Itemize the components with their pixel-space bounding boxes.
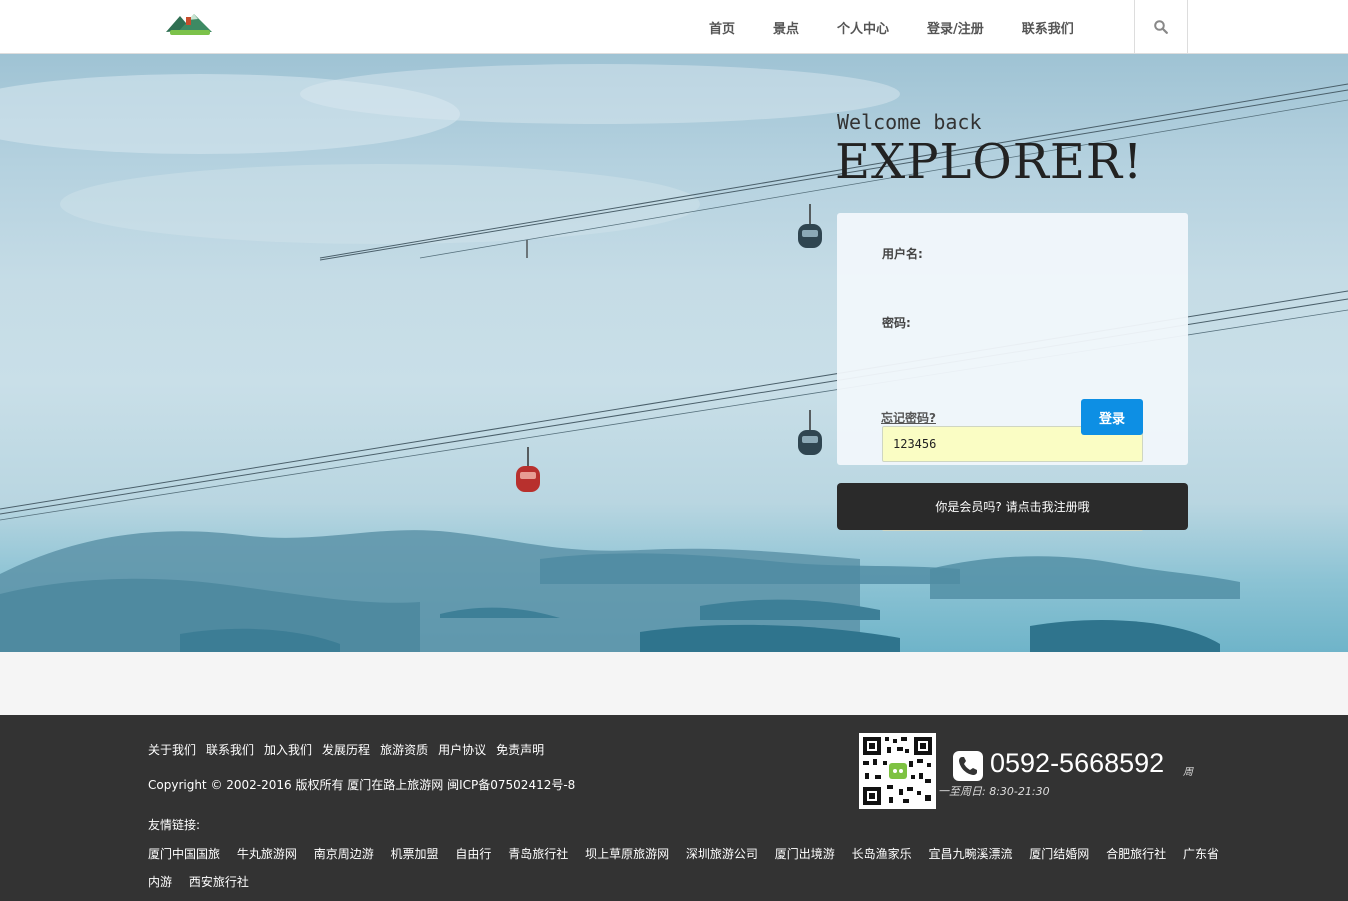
footer-link-contact[interactable]: 联系我们 — [206, 741, 254, 758]
hero-banner: Welcome back EXPLORER! 用户名: 密码: 忘记密码? 登录… — [0, 54, 1348, 652]
friend-link[interactable]: 宜昌九畹溪漂流 — [928, 847, 1012, 861]
username-label: 用户名: — [882, 247, 923, 261]
friend-link[interactable]: 西安旅行社 — [189, 875, 249, 889]
top-header: 首页 景点 个人中心 登录/注册 联系我们 — [0, 0, 1348, 54]
nav-user-center[interactable]: 个人中心 — [818, 18, 908, 37]
password-label: 密码: — [882, 316, 911, 330]
friend-link[interactable]: 牛丸旅游网 — [237, 847, 297, 861]
footer-link-about[interactable]: 关于我们 — [148, 741, 196, 758]
site-footer: 关于我们 联系我们 加入我们 发展历程 旅游资质 用户协议 免责声明 Copyr… — [0, 715, 1348, 901]
forgot-password-link[interactable]: 忘记密码? — [881, 409, 936, 426]
phone-icon — [953, 751, 983, 781]
friend-link[interactable]: 南京周边游 — [314, 847, 374, 861]
nav-home[interactable]: 首页 — [690, 18, 754, 37]
login-form: 用户名: 密码: 忘记密码? 登录 — [837, 213, 1188, 531]
login-button[interactable]: 登录 — [1081, 399, 1143, 435]
cable-car — [798, 410, 822, 455]
register-button[interactable]: 你是会员吗? 请点击我注册哦 — [837, 483, 1188, 530]
phone-number: 0592-5668592 — [990, 748, 1165, 778]
cable-car — [798, 204, 822, 248]
footer-link-disclaimer[interactable]: 免责声明 — [496, 741, 544, 758]
friend-link[interactable]: 自由行 — [455, 847, 491, 861]
service-hours: 一至周日: 8:30-21:30 — [938, 785, 1050, 798]
friend-link[interactable]: 坝上草原旅游网 — [585, 847, 669, 861]
main-nav: 首页 景点 个人中心 登录/注册 联系我们 — [690, 0, 1093, 54]
search-button[interactable] — [1134, 0, 1188, 54]
friend-links: 厦门中国国旅 牛丸旅游网 南京周边游 机票加盟 自由行 青岛旅行社 坝上草原旅游… — [148, 840, 1223, 896]
search-icon — [1154, 20, 1168, 34]
friend-link[interactable]: 青岛旅行社 — [508, 847, 568, 861]
welcome-text: Welcome back — [837, 110, 982, 134]
friend-link[interactable]: 机票加盟 — [391, 847, 439, 861]
footer-link-qualification[interactable]: 旅游资质 — [380, 741, 428, 758]
hero-title: EXPLORER! — [835, 134, 1144, 190]
copyright-text: Copyright © 2002-2016 版权所有 厦门在路上旅游网 闽ICP… — [148, 778, 576, 792]
nav-login-register[interactable]: 登录/注册 — [908, 18, 1003, 37]
friend-link[interactable]: 长岛渔家乐 — [852, 847, 912, 861]
friend-link[interactable]: 合肥旅行社 — [1106, 847, 1166, 861]
nav-attractions[interactable]: 景点 — [754, 18, 818, 37]
friend-link[interactable]: 深圳旅游公司 — [686, 847, 758, 861]
footer-link-agreement[interactable]: 用户协议 — [438, 741, 486, 758]
qr-code-icon — [859, 733, 936, 809]
service-hours-prefix: 周 — [1183, 767, 1193, 778]
cable-car — [516, 447, 540, 492]
footer-links: 关于我们 联系我们 加入我们 发展历程 旅游资质 用户协议 免责声明 — [148, 741, 554, 758]
friend-link[interactable]: 厦门结婚网 — [1029, 847, 1089, 861]
friend-links-title: 友情链接: — [148, 818, 201, 832]
nav-contact[interactable]: 联系我们 — [1003, 18, 1093, 37]
footer-link-join[interactable]: 加入我们 — [264, 741, 312, 758]
friend-link[interactable]: 厦门中国国旅 — [148, 847, 220, 861]
footer-link-history[interactable]: 发展历程 — [322, 741, 370, 758]
mountain-logo-icon[interactable] — [164, 10, 214, 38]
friend-link[interactable]: 厦门出境游 — [775, 847, 835, 861]
